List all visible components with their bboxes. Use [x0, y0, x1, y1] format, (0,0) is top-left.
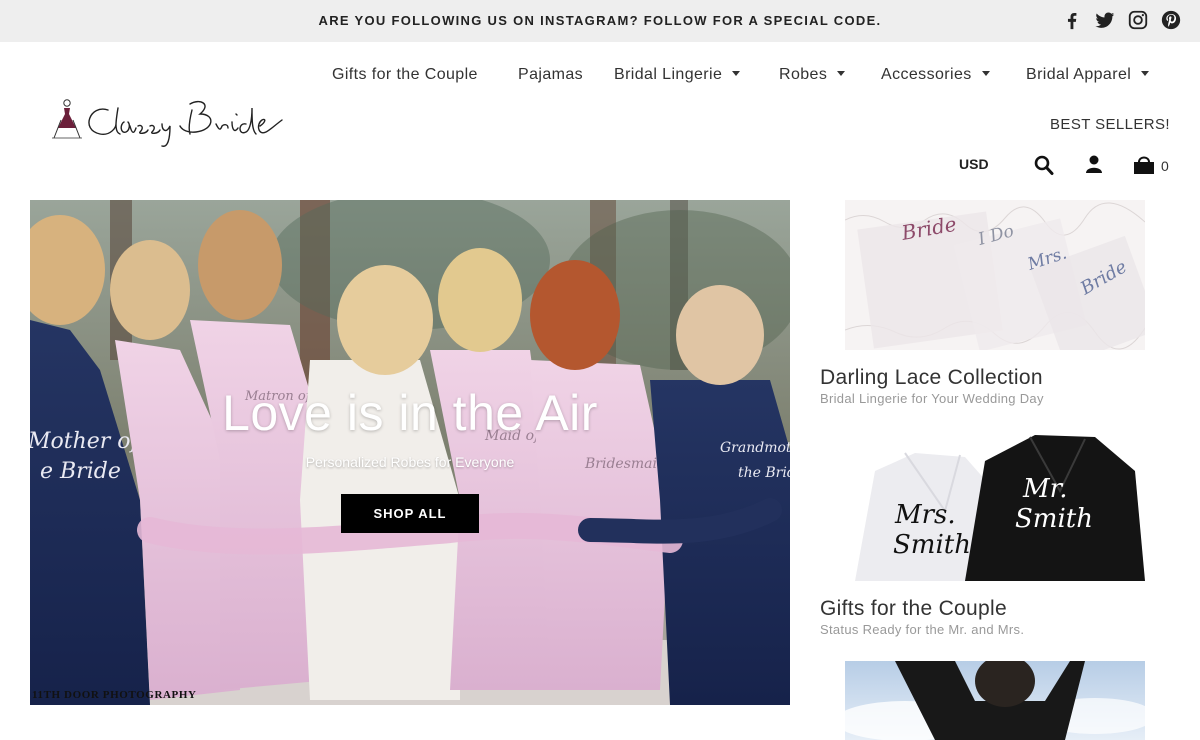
nav-item-robes[interactable]: Robes [779, 66, 846, 84]
facebook-icon[interactable] [1061, 9, 1083, 31]
chevron-down-icon [732, 71, 741, 76]
collection-image-couple-robes[interactable]: Mrs. Smith Mr. Smith [845, 431, 1145, 581]
collection-subtitle: Status Ready for the Mr. and Mrs. [820, 622, 1025, 637]
account-icon[interactable] [1086, 154, 1102, 174]
collection-subtitle: Bridal Lingerie for Your Wedding Day [820, 391, 1044, 406]
chevron-down-icon [1141, 71, 1150, 76]
search-icon[interactable] [1034, 154, 1054, 176]
svg-text:Smith: Smith [1015, 504, 1093, 534]
instagram-icon[interactable] [1127, 9, 1149, 31]
cart-count: 0 [1161, 158, 1169, 174]
nav-item-best-sellers[interactable]: BEST SELLERS! [1050, 116, 1170, 133]
collection-image-lace[interactable]: Bride I Do Mrs. Bride [845, 200, 1145, 350]
announcement-text: ARE YOU FOLLOWING US ON INSTAGRAM? FOLLO… [318, 13, 882, 28]
hero-photo: Mother of e Bride Matron of Maid of Brid… [30, 200, 790, 705]
svg-text:Mr.: Mr. [1022, 474, 1067, 504]
nav-item-pajamas[interactable]: Pajamas [518, 66, 583, 84]
nav-item-accessories[interactable]: Accessories [881, 66, 990, 84]
cart-icon[interactable] [1133, 154, 1155, 176]
photo-credit: 11TH DOOR PHOTOGRAPHY [32, 689, 197, 701]
shop-all-button[interactable]: SHOP ALL [341, 494, 479, 533]
announcement-bar: ARE YOU FOLLOWING US ON INSTAGRAM? FOLLO… [0, 0, 1200, 42]
hero-banner: Mother of e Bride Matron of Maid of Brid… [30, 200, 790, 705]
main-nav: Gifts for the Couple Pajamas Bridal Ling… [300, 66, 1200, 90]
svg-text:Mrs.: Mrs. [894, 500, 956, 530]
nav-item-bridal-lingerie[interactable]: Bridal Lingerie [614, 66, 741, 84]
social-links [1061, 9, 1182, 31]
dress-logo-icon [52, 99, 82, 139]
nav-item-gifts-for-the-couple[interactable]: Gifts for the Couple [332, 66, 478, 84]
currency-selector[interactable]: USD [959, 156, 989, 172]
collection-title[interactable]: Gifts for the Couple [820, 597, 1007, 621]
svg-text:Smith: Smith [893, 530, 971, 560]
twitter-icon[interactable] [1094, 9, 1116, 31]
chevron-down-icon [981, 71, 990, 76]
collection-title[interactable]: Darling Lace Collection [820, 366, 1043, 390]
pinterest-icon[interactable] [1160, 9, 1182, 31]
hero-title: Love is in the Air [222, 385, 598, 441]
hero-subtitle: Personalized Robes for Everyone [305, 454, 515, 470]
brand-logo[interactable] [50, 90, 295, 152]
nav-item-bridal-apparel[interactable]: Bridal Apparel [1026, 66, 1150, 84]
collection-image-third[interactable] [845, 661, 1145, 740]
chevron-down-icon [837, 71, 846, 76]
